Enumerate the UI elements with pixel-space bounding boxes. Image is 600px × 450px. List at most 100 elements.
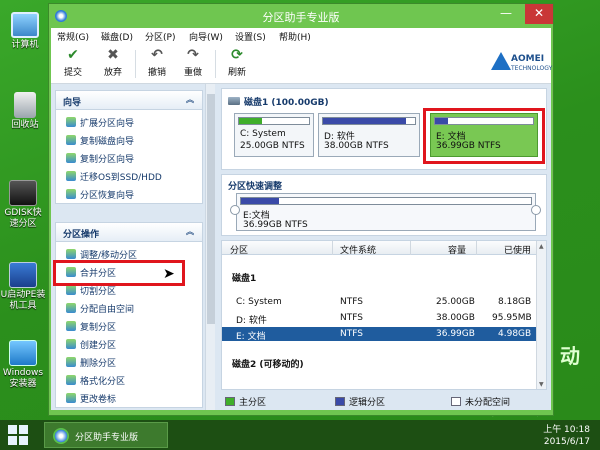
brand-side-text: 动 [560, 344, 580, 368]
wizard-item-migrate-os[interactable]: 迁移OS到SSD/HDD [66, 170, 162, 184]
disk1-map: 磁盘1 (100.00GB) C: System 25.00GB NTFS D:… [221, 88, 547, 170]
menu-wizard[interactable]: 向导(W) [189, 30, 223, 43]
col-partition[interactable]: 分区 [230, 243, 248, 256]
op-merge-partition[interactable]: 合并分区 [66, 266, 116, 280]
desktop-icon-gdisk[interactable]: GDISK快速分区 [0, 180, 46, 230]
col-capacity[interactable]: 容量 [448, 243, 466, 256]
extend-partition-icon [66, 117, 76, 127]
wizard-item-extend[interactable]: 扩展分区向导 [66, 116, 134, 130]
resize-handle-left[interactable] [230, 205, 240, 215]
toolbar-separator [215, 50, 216, 78]
desktop-icon-label: 计算机 [11, 40, 39, 50]
merge-icon [66, 267, 76, 277]
scroll-up-icon[interactable]: ▲ [539, 243, 544, 250]
system-clock[interactable]: 上午 10:18 2015/6/17 [520, 424, 590, 448]
partition-assistant-icon [53, 428, 69, 444]
partition-block-e[interactable]: E: 文档 36.99GB NTFS [430, 113, 538, 157]
usage-bar [238, 117, 310, 125]
partition-name: C: System [240, 129, 286, 139]
recycle-bin-icon [14, 92, 36, 118]
undo-button[interactable]: ↶ 撤销 [139, 47, 175, 78]
wizard-item-copy-disk[interactable]: 复制磁盘向导 [66, 134, 134, 148]
menu-help[interactable]: 帮助(H) [279, 30, 311, 43]
discard-button[interactable]: ✖ 放弃 [95, 47, 131, 78]
menu-disk[interactable]: 磁盘(D) [101, 30, 133, 43]
op-label: 格式化分区 [80, 377, 126, 387]
wizard-panel-header[interactable]: 向导 ︽ [55, 90, 203, 110]
usage-bar [434, 117, 534, 125]
partition-block-d[interactable]: D: 软件 38.00GB NTFS [318, 113, 420, 157]
cell-capacity: 36.99GB [436, 329, 475, 339]
allocate-icon [66, 303, 76, 313]
menu-general[interactable]: 常规(G) [57, 30, 89, 43]
start-button[interactable] [8, 425, 28, 445]
taskbar-app-partition-assistant[interactable]: 分区助手专业版 [44, 422, 168, 448]
close-button[interactable]: ✕ [525, 4, 553, 24]
table-row[interactable]: C: System NTFS 25.00GB 8.18GB [222, 295, 536, 309]
operations-panel-title: 分区操作 [63, 230, 100, 240]
quick-adjust-title: 分区快速调整 [228, 182, 283, 192]
computer-icon [11, 12, 39, 38]
quick-adjust-partition[interactable]: E:文档 36.99GB NTFS [236, 193, 536, 231]
op-label: 合并分区 [80, 269, 117, 279]
menu-partition[interactable]: 分区(P) [145, 30, 175, 43]
title-bar[interactable]: 分区助手专业版 — ✕ [49, 4, 553, 28]
scroll-down-icon[interactable]: ▼ [539, 381, 544, 388]
wizard-item-label: 迁移OS到SSD/HDD [80, 173, 162, 183]
op-split-partition[interactable]: 切割分区 [66, 284, 116, 298]
desktop-icon-label: Windows安装器 [2, 368, 44, 389]
taskbar-app-label: 分区助手专业版 [75, 433, 139, 443]
mouse-cursor-icon: ➤ [163, 266, 175, 282]
table-row[interactable]: D: 软件 NTFS 38.00GB 95.95MB [222, 311, 536, 326]
partition-recovery-icon [66, 189, 76, 199]
op-label: 删除分区 [80, 359, 117, 369]
op-create-partition[interactable]: 创建分区 [66, 338, 116, 352]
aomei-logo: AOMEI TECHNOLOGY [491, 50, 553, 78]
menu-bar: 常规(G) 磁盘(D) 分区(P) 向导(W) 设置(S) 帮助(H) [51, 28, 551, 44]
cell-used: 8.18GB [498, 297, 532, 307]
desktop-icon-windows-installer[interactable]: Windows安装器 [0, 340, 46, 390]
operations-panel: 调整/移动分区 合并分区 切割分区 分配自由空间 复制分区 创建分区 删除分区 … [55, 242, 203, 408]
op-allocate-free-space[interactable]: 分配自由空间 [66, 302, 134, 316]
op-label: 更改卷标 [80, 395, 117, 405]
disk-icon [228, 97, 240, 105]
col-filesystem[interactable]: 文件系统 [340, 243, 376, 256]
col-used[interactable]: 已使用 [504, 243, 531, 256]
partition-block-c[interactable]: C: System 25.00GB NTFS [234, 113, 314, 157]
collapse-icon[interactable]: ︽ [184, 94, 196, 106]
windows-logo-icon [8, 436, 17, 445]
desktop-icon-recycle-bin[interactable]: 回收站 [2, 92, 48, 131]
upe-tool-icon [9, 262, 37, 288]
table-row-selected[interactable]: E: 文档 NTFS 36.99GB 4.98GB [222, 327, 536, 342]
legend-label: 未分配空间 [465, 398, 511, 408]
op-change-label[interactable]: 更改卷标 [66, 392, 116, 406]
scrollbar-thumb[interactable] [207, 94, 215, 324]
refresh-button[interactable]: ⟳ 刷新 [219, 47, 255, 78]
clock-date: 2015/6/17 [543, 437, 590, 447]
usage-fill [435, 118, 448, 124]
cell-fs: NTFS [340, 297, 363, 307]
menu-settings[interactable]: 设置(S) [235, 30, 266, 43]
op-delete-partition[interactable]: 删除分区 [66, 356, 116, 370]
wizard-item-copy-partition[interactable]: 复制分区向导 [66, 152, 134, 166]
operations-panel-header[interactable]: 分区操作 ︽ [55, 222, 203, 242]
left-pane-scrollbar[interactable] [205, 84, 215, 410]
disk1-group-row[interactable]: 磁盘1 [222, 269, 536, 284]
commit-button[interactable]: ✔ 提交 [55, 47, 91, 78]
resize-handle-right[interactable] [531, 205, 541, 215]
table-scrollbar[interactable]: ▲ ▼ [536, 241, 546, 389]
disk2-group-row[interactable]: 磁盘2 (可移动的) [222, 355, 536, 370]
op-format-partition[interactable]: 格式化分区 [66, 374, 125, 388]
collapse-icon[interactable]: ︽ [184, 226, 196, 238]
minimize-button[interactable]: — [493, 4, 519, 24]
op-copy-partition[interactable]: 复制分区 [66, 320, 116, 334]
desktop-icon-upe[interactable]: U启动PE装机工具 [0, 262, 46, 312]
cell-partition: D: 软件 [236, 316, 267, 326]
undo-label: 撤销 [147, 68, 166, 78]
windows-logo-icon [19, 436, 28, 445]
redo-button[interactable]: ↷ 重做 [175, 47, 211, 78]
wizard-item-recovery[interactable]: 分区恢复向导 [66, 188, 134, 202]
op-resize-move[interactable]: 调整/移动分区 [66, 248, 137, 262]
aomei-sub: TECHNOLOGY [511, 65, 553, 72]
desktop-icon-computer[interactable]: 计算机 [2, 12, 48, 51]
